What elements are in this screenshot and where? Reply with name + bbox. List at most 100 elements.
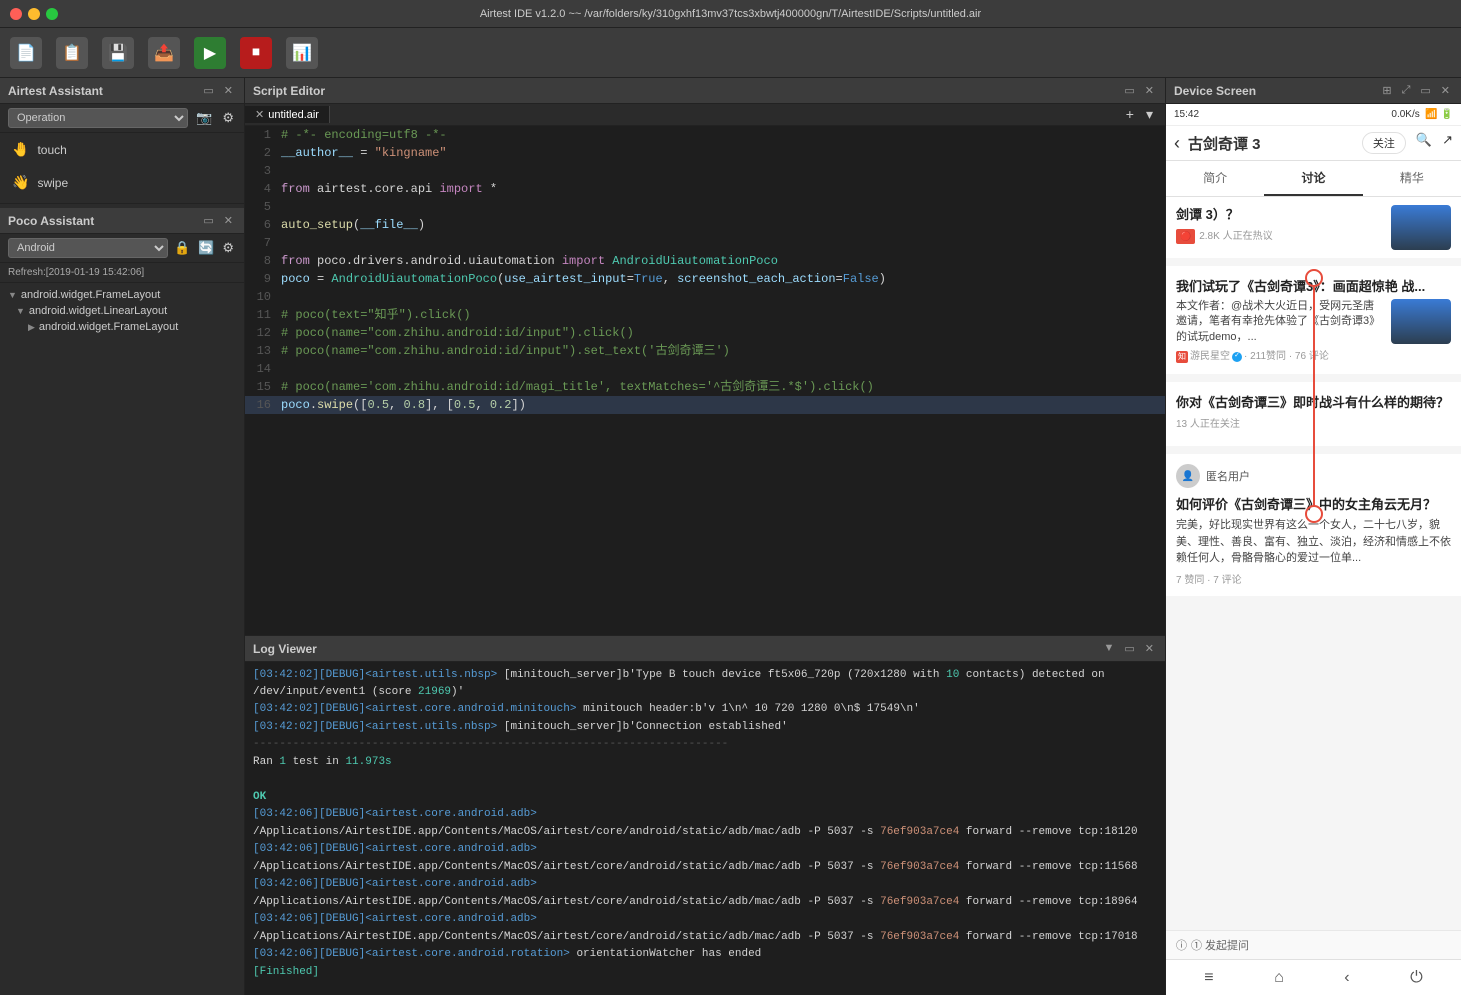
code-line-8: 8 from poco.drivers.android.uiautomation… [245,252,1165,270]
main-layout: Airtest Assistant ▭ ✕ Operation 📷 ⚙ 🤚 to… [0,78,1461,995]
device-minimize-icon[interactable]: ▭ [1417,83,1433,98]
tab-label: untitled.air [268,109,319,121]
editor-minimize-icon[interactable]: ▭ [1121,83,1137,98]
settings-icon[interactable]: ⚙ [220,108,236,128]
phone-tab-discussion[interactable]: 讨论 [1264,161,1362,196]
phone-post-4-text: 完美，好比现实世界有这么一个女人，二十七八岁，貌美、理性、善良、富有、独立、淡泊… [1176,517,1451,567]
phone-share-button[interactable]: ↗ [1442,132,1453,154]
phone-tabs: 简介 讨论 精华 [1166,161,1461,197]
log-line-3: [03:42:02][DEBUG]<airtest.utils.nbsp> [m… [253,719,1157,736]
poco-controls: Android 🔒 🔄 ⚙ [0,234,244,263]
device-close-icon[interactable]: ✕ [1438,83,1453,98]
code-line-15: 15 # poco(name='com.zhihu.android:id/mag… [245,378,1165,396]
phone-home-icon[interactable]: ⌂ [1274,969,1284,987]
log-line-11: /Applications/AirtestIDE.app/Contents/Ma… [253,929,1157,946]
phone-nav-title: 古剑奇谭 3 [1188,133,1362,154]
phone-search-button[interactable]: 🔍 [1416,132,1432,154]
phone-follow-button[interactable]: 关注 [1362,132,1406,154]
phone-post-2-footer: 知 游民星空 ✓ · 211赞同 · 76 评论 [1176,349,1383,364]
phone-back-nav-icon[interactable]: ‹ [1344,969,1349,987]
log-line-10: [03:42:06][DEBUG]<airtest.core.android.a… [253,911,1157,928]
log-line-8: [03:42:06][DEBUG]<airtest.core.android.a… [253,876,1157,893]
swipe-item[interactable]: 👋 swipe [0,166,244,199]
log-close-icon[interactable]: ✕ [1142,641,1157,656]
log-line-6: [03:42:06][DEBUG]<airtest.core.android.a… [253,841,1157,858]
code-editor[interactable]: 1 # -*- encoding=utf8 -*- 2 __author__ =… [245,126,1165,635]
operation-select[interactable]: Operation [8,108,188,128]
operation-row: Operation 📷 ⚙ [0,104,244,133]
log-viewer-title: Log Viewer [253,642,317,656]
airtest-close-icon[interactable]: ✕ [221,83,236,98]
new-file-button[interactable]: 📄 [10,37,42,69]
open-file-button[interactable]: 📋 [56,37,88,69]
save-button[interactable]: 💾 [102,37,134,69]
stop-button[interactable]: ⏹ [240,37,272,69]
tree-item-label-0: android.widget.FrameLayout [21,289,160,301]
phone-bottom-bar: ≡ ⌂ ‹ ⏻ [1166,959,1461,995]
close-button[interactable] [10,8,22,20]
phone-tab-intro[interactable]: 简介 [1166,161,1264,196]
code-line-11: 11 # poco(text="知乎").click() [245,306,1165,324]
airtest-minimize-icon[interactable]: ▭ [200,83,216,98]
tree-arrow-icon: ▼ [8,290,17,300]
script-tab[interactable]: ✕ untitled.air [245,106,330,123]
log-viewer-header: Log Viewer ▼ ▭ ✕ [245,636,1165,662]
run-button[interactable]: ▶ [194,37,226,69]
phone-back-button[interactable]: ‹ [1174,133,1180,154]
phone-power-icon[interactable]: ⏻ [1410,969,1423,987]
tree-item-framelayout[interactable]: ▼ android.widget.FrameLayout [0,287,244,303]
maximize-button[interactable] [46,8,58,20]
poco-refresh-label: Refresh:[2019-01-19 15:42:06] [0,263,244,283]
phone-post-2-body: 本文作者：@战术大火近日，受网元圣唐邀请，笔者有幸抢先体验了《古剑奇谭3》的试玩… [1176,299,1451,364]
add-tab-button[interactable]: + [1122,104,1138,125]
phone-signal-info: 0.0K/s 📶 🔋 [1391,109,1453,120]
phone-post-2: 我们试玩了《古剑奇谭3》：画面超惊艳 战... 本文作者：@战术大火近日，受网元… [1166,266,1461,374]
phone-post-1-meta: 🔴 2.8K 人正在热议 [1176,229,1383,245]
phone-post-1: 剑谭 3）？ 🔴 2.8K 人正在热议 [1166,197,1461,258]
phone-tab-highlight[interactable]: 精华 [1363,161,1461,196]
poco-device-select[interactable]: Android [8,238,168,258]
zhihu-icon: 知 [1176,351,1188,363]
log-viewer: Log Viewer ▼ ▭ ✕ [03:42:02][DEBUG]<airte… [245,635,1165,995]
touch-item[interactable]: 🤚 touch [0,133,244,166]
swipe-label: swipe [37,176,68,190]
poco-refresh-icon[interactable]: 🔄 [196,238,216,258]
device-expand-icon[interactable]: ⤢ [1399,83,1414,98]
log-line-12: [03:42:06][DEBUG]<airtest.core.android.r… [253,946,1157,963]
phone-post-2-text: 本文作者：@战术大火近日，受网元圣唐邀请，笔者有幸抢先体验了《古剑奇谭3》的试玩… [1176,299,1383,345]
minimize-button[interactable] [28,8,40,20]
poco-assistant-section: Poco Assistant ▭ ✕ Android 🔒 🔄 ⚙ Refresh… [0,208,244,995]
log-ok: OK [253,789,1157,806]
code-line-4: 4 from airtest.core.api import * [245,180,1165,198]
log-minimize-icon[interactable]: ▭ [1121,641,1137,656]
screenshot-icon[interactable]: 📷 [194,108,214,128]
code-line-6: 6 auto_setup(__file__) [245,216,1165,234]
device-grid-icon[interactable]: ⊞ [1379,83,1394,98]
export-button[interactable]: 📤 [148,37,180,69]
tree-item-label-2: android.widget.FrameLayout [39,321,178,333]
report-button[interactable]: 📊 [286,37,318,69]
poco-settings-icon[interactable]: ⚙ [220,238,236,258]
code-line-14: 14 [245,360,1165,378]
touch-icon: 🤚 [12,141,29,158]
airtest-header-icons: ▭ ✕ [200,83,236,98]
editor-close-icon[interactable]: ✕ [1142,83,1157,98]
phone-menu-icon[interactable]: ≡ [1204,969,1213,987]
phone-screen: 15:42 0.0K/s 📶 🔋 ‹ 古剑奇谭 3 关注 🔍 ↗ [1166,104,1461,995]
tree-item-framelayout-nested[interactable]: ▶ android.widget.FrameLayout [0,319,244,335]
poco-minimize-icon[interactable]: ▭ [200,213,216,228]
poco-lock-icon[interactable]: 🔒 [172,238,192,258]
thumb-mountains-2 [1391,299,1451,344]
code-line-12: 12 # poco(name="com.zhihu.android:id/inp… [245,324,1165,342]
log-content[interactable]: [03:42:02][DEBUG]<airtest.utils.nbsp> [m… [245,662,1165,995]
airtest-assistant-title: Airtest Assistant [8,84,103,98]
tree-arrow-icon-2: ▶ [28,322,35,333]
phone-content[interactable]: 剑谭 3）？ 🔴 2.8K 人正在热议 [1166,197,1461,930]
airtest-assistant-header: Airtest Assistant ▭ ✕ [0,78,244,104]
poco-close-icon[interactable]: ✕ [221,213,236,228]
tab-bar-container: ✕ untitled.air + ▾ [245,104,1165,126]
phone-ask-bar[interactable]: ⓘ ① 发起提问 [1166,930,1461,959]
log-filter-icon[interactable]: ▼ [1100,641,1117,656]
tree-item-linearlayout[interactable]: ▼ android.widget.LinearLayout [0,303,244,319]
tab-dropdown-button[interactable]: ▾ [1142,104,1157,125]
